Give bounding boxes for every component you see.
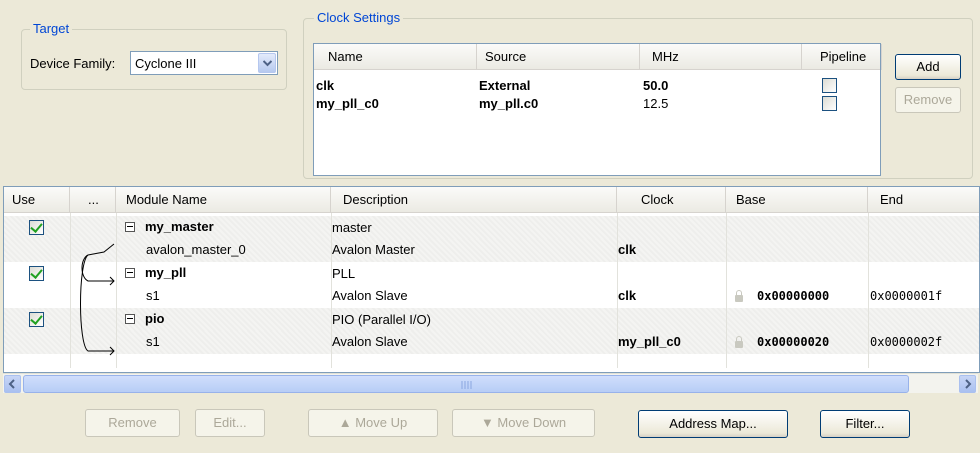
module-name: my_master xyxy=(145,219,214,234)
clock-row-2-name[interactable]: my_pll_c0 xyxy=(316,96,379,111)
column-divider xyxy=(868,213,869,368)
move-down-label: Move Down xyxy=(497,415,567,430)
module-clock[interactable]: my_pll_c0 xyxy=(618,334,681,349)
chevron-down-icon[interactable] xyxy=(258,53,276,73)
column-divider xyxy=(726,213,727,368)
remove-module-button[interactable]: Remove xyxy=(85,409,180,437)
clock-row-2-pipeline-checkbox[interactable] xyxy=(822,96,837,111)
clock-col-mhz[interactable]: MHz xyxy=(640,44,802,70)
column-divider xyxy=(331,213,332,368)
use-checkbox-my-master[interactable] xyxy=(29,220,44,235)
triangle-down-icon: ▼ xyxy=(480,415,498,430)
clock-row-1-source[interactable]: External xyxy=(479,78,530,93)
table-row[interactable]: pio PIO (Parallel I/O) xyxy=(4,308,979,331)
module-name: pio xyxy=(145,311,165,326)
module-base[interactable]: 0x00000020 xyxy=(757,335,829,349)
clock-settings-title: Clock Settings xyxy=(314,10,404,25)
col-end[interactable]: End xyxy=(868,187,979,213)
module-description: Avalon Slave xyxy=(332,288,408,303)
device-family-value: Cyclone III xyxy=(135,56,197,71)
target-group-title: Target xyxy=(30,21,73,36)
triangle-up-icon: ▲ xyxy=(338,415,356,430)
use-checkbox-my-pll[interactable] xyxy=(29,266,44,281)
clock-col-source[interactable]: Source xyxy=(477,44,640,70)
module-table: Use ... Module Name Description Clock Ba… xyxy=(3,186,980,373)
device-family-select[interactable]: Cyclone III xyxy=(130,51,278,75)
module-description: Avalon Slave xyxy=(332,334,408,349)
module-table-header: Use ... Module Name Description Clock Ba… xyxy=(4,187,979,213)
clock-row-1-mhz[interactable]: 50.0 xyxy=(643,78,668,93)
module-end: 0x0000001f xyxy=(870,289,943,303)
module-description: master xyxy=(332,220,372,235)
table-row[interactable]: s1 Avalon Slave clk 0x00000000 0x0000001… xyxy=(4,285,979,308)
module-end: 0x0000002f xyxy=(870,335,943,349)
table-row[interactable]: s1 Avalon Slave my_pll_c0 0x00000020 0x0… xyxy=(4,331,979,354)
module-description: PLL xyxy=(332,266,356,281)
scroll-left-icon[interactable] xyxy=(4,375,21,393)
col-more[interactable]: ... xyxy=(70,187,116,213)
address-map-button[interactable]: Address Map... xyxy=(638,410,788,438)
clock-row-2-source[interactable]: my_pll.c0 xyxy=(479,96,538,111)
module-clock[interactable]: clk xyxy=(618,288,636,303)
clock-row-2-mhz[interactable]: 12.5 xyxy=(643,96,668,111)
module-base[interactable]: 0x00000000 xyxy=(757,289,829,303)
horizontal-scrollbar[interactable] xyxy=(3,373,978,393)
clock-row-1-name[interactable]: clk xyxy=(316,78,334,93)
move-up-label: Move Up xyxy=(355,415,408,430)
move-up-button[interactable]: ▲ Move Up xyxy=(308,409,438,437)
clock-table: Name Source MHz Pipeline clk External 50… xyxy=(313,43,882,176)
table-row[interactable]: my_master master xyxy=(4,216,979,239)
module-description: PIO (Parallel I/O) xyxy=(332,312,431,327)
add-clock-button[interactable]: Add xyxy=(895,54,961,80)
module-name: avalon_master_0 xyxy=(146,242,246,257)
remove-clock-button[interactable]: Remove xyxy=(895,87,961,113)
module-name: s1 xyxy=(146,334,160,349)
filter-button[interactable]: Filter... xyxy=(820,410,910,438)
edit-module-button[interactable]: Edit... xyxy=(195,409,265,437)
scroll-right-icon[interactable] xyxy=(959,375,976,393)
col-clock[interactable]: Clock xyxy=(617,187,726,213)
col-use[interactable]: Use xyxy=(4,187,70,213)
module-name: s1 xyxy=(146,288,160,303)
lock-icon[interactable] xyxy=(735,336,743,348)
device-family-label: Device Family: xyxy=(30,56,116,71)
use-checkbox-pio[interactable] xyxy=(29,312,44,327)
module-name: my_pll xyxy=(145,265,187,280)
connection-lines-icon xyxy=(80,243,115,356)
module-description: Avalon Master xyxy=(332,242,415,257)
col-module-name[interactable]: Module Name xyxy=(116,187,331,213)
table-row[interactable]: avalon_master_0 Avalon Master clk xyxy=(4,239,979,262)
col-base[interactable]: Base xyxy=(726,187,868,213)
column-divider xyxy=(70,213,71,368)
table-row[interactable]: my_pll PLL xyxy=(4,262,979,285)
move-down-button[interactable]: ▼ Move Down xyxy=(452,409,595,437)
col-description[interactable]: Description xyxy=(331,187,617,213)
clock-col-pipeline[interactable]: Pipeline xyxy=(802,44,882,70)
clock-table-header: Name Source MHz Pipeline xyxy=(314,44,882,70)
column-divider xyxy=(617,213,618,368)
lock-icon[interactable] xyxy=(735,290,743,302)
module-clock[interactable]: clk xyxy=(618,242,636,257)
clock-col-name[interactable]: Name xyxy=(314,44,477,70)
clock-row-1-pipeline-checkbox[interactable] xyxy=(822,78,837,93)
scroll-thumb[interactable] xyxy=(23,375,909,393)
